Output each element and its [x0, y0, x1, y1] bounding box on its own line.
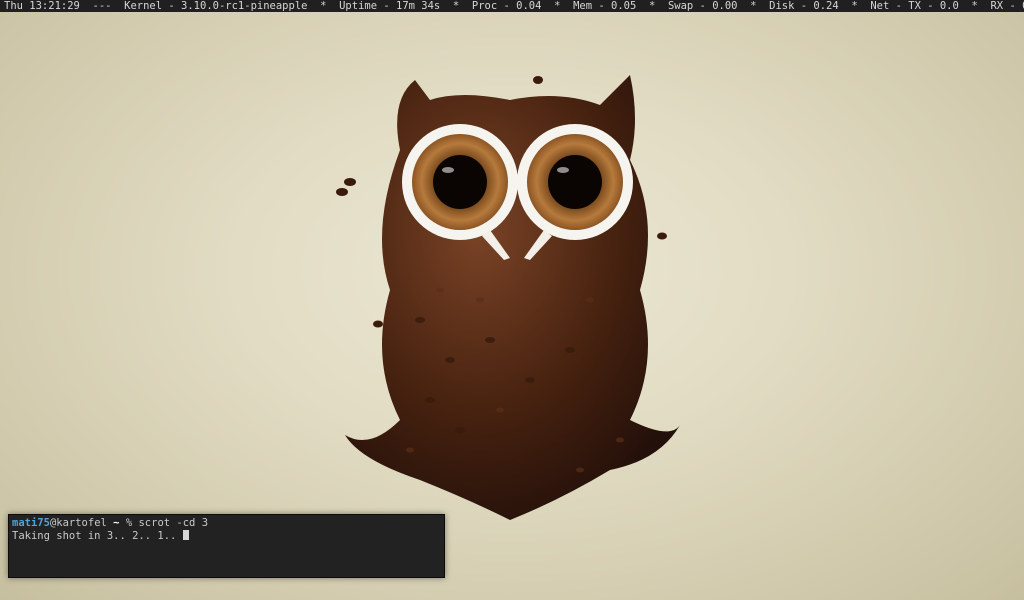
- status-item-separator: *: [851, 0, 858, 12]
- status-proc: Proc - 0.04: [471, 0, 542, 12]
- status-item-separator: *: [452, 0, 460, 12]
- terminal-prompt-user: mati75: [12, 517, 50, 529]
- status-datetime: Thu 13:21:29: [4, 0, 80, 12]
- status-mem: Mem - 0.05: [573, 0, 637, 12]
- terminal-prompt-host: @kartofel: [49, 517, 107, 529]
- status-item-separator: *: [320, 0, 327, 12]
- coffee-owl-image: [336, 75, 680, 520]
- terminal-prompt-line: mati75@kartofel ~ % scrot -cd 3: [12, 517, 441, 530]
- status-disk: Disk - 0.24: [769, 0, 839, 12]
- terminal-output: Taking shot in 3.. 2.. 1..: [12, 530, 177, 542]
- status-net-rx: RX - 0.0: [990, 0, 1024, 12]
- desktop-wallpaper: [0, 0, 1024, 600]
- terminal-command: scrot -cd 3: [138, 517, 209, 529]
- terminal-prompt-symbol: %: [125, 517, 133, 529]
- status-item-separator: *: [648, 0, 656, 12]
- terminal-window[interactable]: mati75@kartofel ~ % scrot -cd 3 Taking sh…: [8, 514, 445, 578]
- terminal-prompt-dir: ~: [113, 517, 120, 529]
- terminal-cursor[interactable]: [182, 530, 189, 540]
- terminal-output-line: Taking shot in 3.. 2.. 1..: [12, 530, 441, 543]
- status-item-separator: *: [971, 0, 978, 12]
- status-item-separator: *: [750, 0, 757, 12]
- status-uptime: Uptime - 17m 34s: [339, 0, 441, 12]
- status-swap: Swap - 0.00: [667, 0, 738, 12]
- status-kernel: Kernel - 3.10.0-rc1-pineapple: [124, 0, 308, 12]
- status-item-separator: *: [554, 0, 561, 12]
- status-separator: ---: [92, 0, 112, 12]
- status-net-tx: Net - TX - 0.0: [870, 0, 959, 12]
- status-bar: Thu 13:21:29 --- Kernel - 3.10.0-rc1-pin…: [0, 0, 1024, 12]
